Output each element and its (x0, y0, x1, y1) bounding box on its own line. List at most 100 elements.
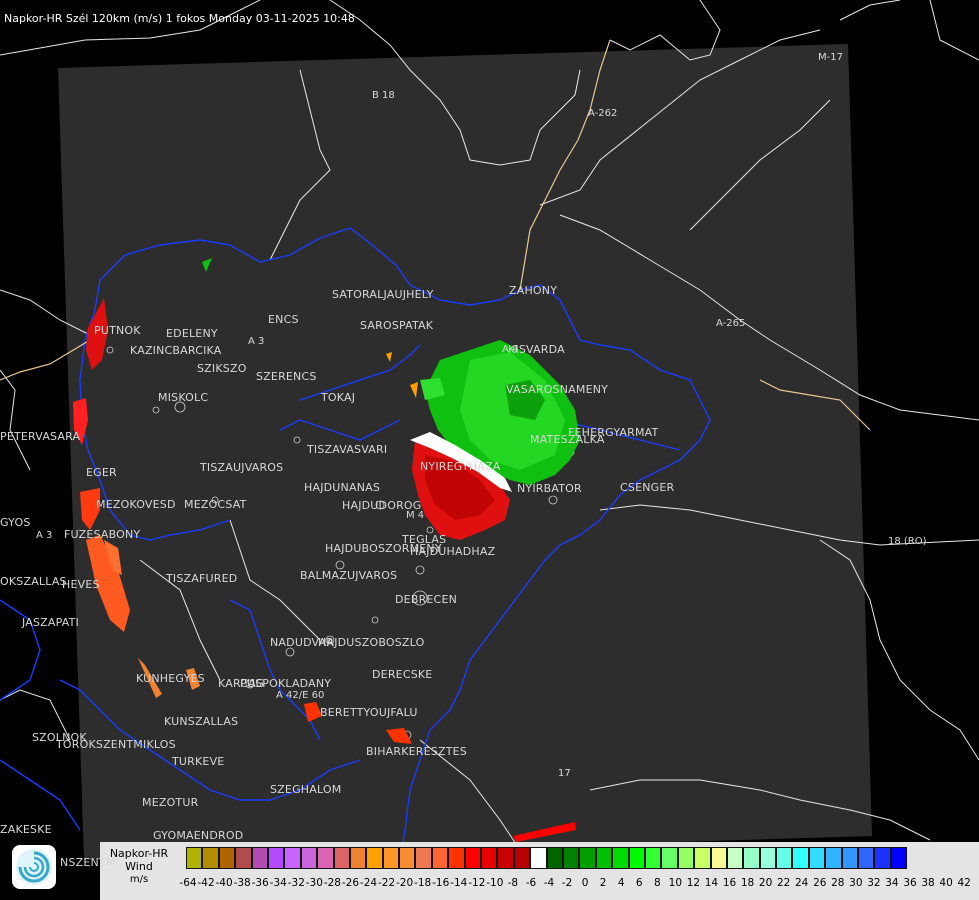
legend-swatch (333, 847, 350, 869)
city-label: BERETTYOUJFALU (320, 706, 418, 719)
city-label: ZAKESKE (0, 823, 52, 836)
city-label: BALMAZUJVAROS (300, 569, 398, 582)
legend-title-line3: m/s (129, 874, 149, 885)
city-label: PUTNOK (94, 324, 141, 337)
city-label: GYOS (0, 516, 31, 529)
city-label: DEBRECEN (395, 593, 458, 606)
legend-swatch (382, 847, 400, 869)
legend-swatch (366, 847, 383, 869)
legend-tick: 42 (957, 877, 971, 889)
city-label: TISZAVASVARI (307, 443, 388, 456)
city-label: NYIREGYHAZA (420, 460, 501, 473)
road-label: M-17 (818, 52, 843, 63)
city-label: ENCS (268, 313, 299, 326)
legend-swatch (300, 847, 318, 869)
road-label: 17 (558, 768, 571, 779)
legend-swatch (726, 847, 744, 869)
legend-swatch (759, 847, 777, 869)
city-label: EDELENY (166, 327, 218, 340)
legend-swatch (743, 847, 760, 869)
city-label: FUZESABONY (64, 528, 141, 541)
legend-swatch (841, 847, 859, 869)
city-label: JASZAPATI (22, 616, 79, 629)
legend-swatch (513, 847, 531, 869)
city-label: CSENGER (620, 481, 675, 494)
legend-swatch (808, 847, 826, 869)
legend-swatch (677, 847, 695, 869)
radar-map[interactable] (0, 0, 979, 900)
road-label: A 3 (36, 530, 53, 541)
legend-swatch (628, 847, 645, 869)
city-label: SZIKSZO (197, 362, 247, 375)
legend-swatch (284, 847, 301, 869)
legend-swatch (530, 847, 547, 869)
legend-swatch (267, 847, 285, 869)
legend-swatch (317, 847, 334, 869)
legend-swatch (595, 847, 613, 869)
city-label: ZAHONY (509, 284, 558, 297)
legend-swatch (202, 847, 219, 869)
legend-swatch (612, 847, 629, 869)
legend-title-line2: Wind (125, 860, 153, 873)
legend-swatch (464, 847, 482, 869)
road-label: A-262 (588, 108, 618, 119)
legend-swatch (235, 847, 252, 869)
legend-swatch (661, 847, 678, 869)
city-label: PETERVASARA (0, 430, 81, 443)
legend-title-line1: Napkor-HR (109, 847, 169, 860)
legend-swatch (792, 847, 809, 869)
city-label: HAJDUSZOBOSZLO (318, 636, 425, 649)
city-label: OKSZALLAS (0, 575, 67, 588)
legend-swatch (644, 847, 662, 869)
legend-swatch (776, 847, 793, 869)
city-label: TISZAFURED (166, 572, 238, 585)
legend-swatch (874, 847, 891, 869)
city-label: KUNHEGYES (136, 672, 205, 685)
city-label: PUSPOKLADANY (240, 677, 332, 690)
legend-swatch (399, 847, 416, 869)
legend-swatch (431, 847, 449, 869)
legend-title: Napkor-HR Wind m/s (104, 847, 174, 886)
legend-swatch (890, 847, 908, 869)
legend-swatch (448, 847, 465, 869)
city-label: HEVES (62, 578, 100, 591)
city-label: KUNSZALLAS (164, 715, 239, 728)
legend-swatch (562, 847, 580, 869)
road-label: B 18 (372, 90, 395, 101)
city-label: DERECSKE (372, 668, 433, 681)
city-label: MEZOKOVESD (96, 498, 176, 511)
city-label: HAJDUHADHAZ (410, 545, 496, 558)
city-label: VASAROSNAMENY (506, 383, 609, 396)
legend-swatch (481, 847, 498, 869)
city-label: TURKEVE (172, 755, 225, 768)
legend-swatch (825, 847, 842, 869)
logo-icon (12, 845, 56, 889)
legend-swatch (497, 847, 514, 869)
city-label: BIHARKERESZTES (366, 745, 467, 758)
radar-title: Napkor-HR Szél 120km (m/s) 1 fokos Monda… (4, 12, 355, 25)
legend-swatch (694, 847, 711, 869)
legend-color-bar (186, 847, 908, 869)
road-label: 18 (RO) (888, 536, 927, 547)
road-label: A 42/E 60 (276, 690, 325, 701)
city-label: GYOMAENDROD (153, 829, 244, 842)
road-label: A-265 (716, 318, 746, 329)
legend-swatch (218, 847, 236, 869)
city-label: TOKAJ (321, 391, 356, 404)
city-label: SZEGHALOM (270, 783, 342, 796)
city-label: MEZOTUR (142, 796, 199, 809)
legend-swatch (251, 847, 268, 869)
city-label: TISZAUJVAROS (200, 461, 284, 474)
road-label: M 4 (406, 510, 425, 521)
city-label: MEZOCSAT (184, 498, 247, 511)
city-label: NYIRBATOR (517, 482, 582, 495)
road-label: A 3 (248, 336, 265, 347)
city-label: SAROSPATAK (360, 319, 434, 332)
city-label: KAZINCBARCIKA (130, 344, 222, 357)
legend-swatch (579, 847, 596, 869)
city-label: MATESZALKA (530, 433, 605, 446)
legend-swatch (415, 847, 432, 869)
city-label: MISKOLC (158, 391, 209, 404)
city-label: TOROKSZENTMIKLOS (56, 738, 176, 751)
legend-swatch (710, 847, 727, 869)
